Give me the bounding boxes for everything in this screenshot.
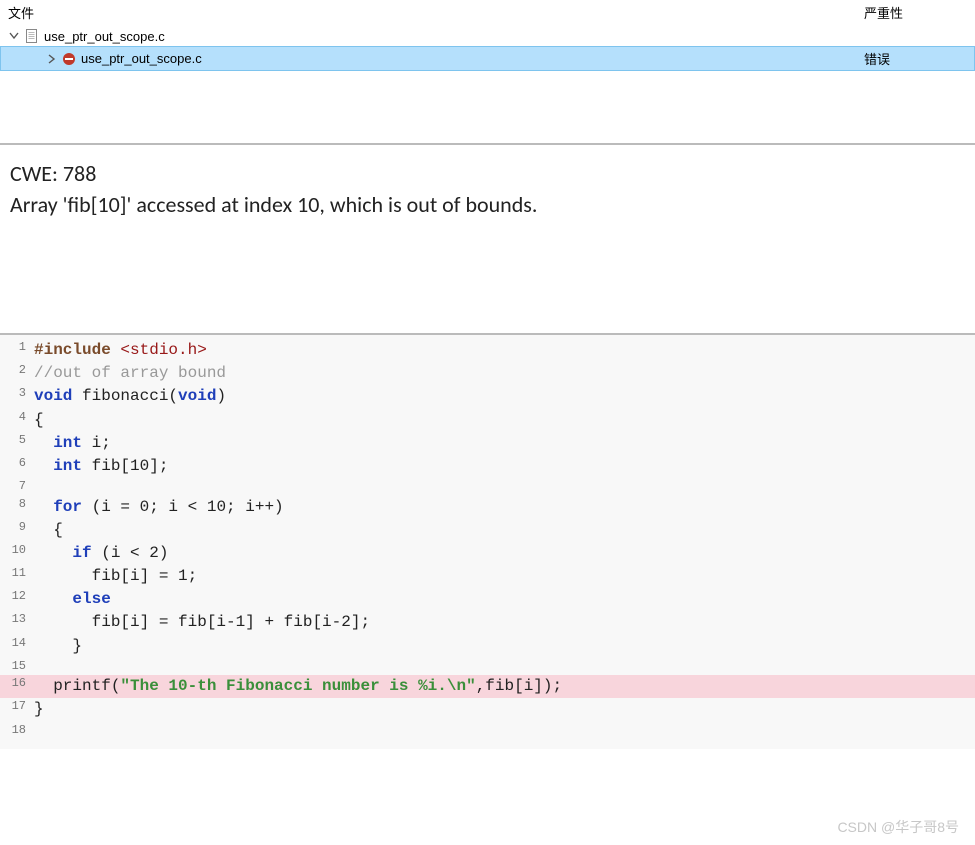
expand-right-icon[interactable] bbox=[45, 53, 57, 65]
code-content: printf("The 10-th Fibonacci number is %i… bbox=[34, 675, 562, 698]
code-line: 5 int i; bbox=[0, 432, 975, 455]
header-severity: 严重性 bbox=[864, 3, 967, 22]
code-line: 12 else bbox=[0, 588, 975, 611]
code-line-highlighted: 16 printf("The 10-th Fibonacci number is… bbox=[0, 675, 975, 698]
line-number: 11 bbox=[0, 565, 34, 588]
line-number: 9 bbox=[0, 519, 34, 542]
code-line: 8 for (i = 0; i < 10; i++) bbox=[0, 496, 975, 519]
code-content: int i; bbox=[34, 432, 111, 455]
file-tree: use_ptr_out_scope.c use_ptr_out_scope.c … bbox=[0, 26, 975, 71]
code-line: 17} bbox=[0, 698, 975, 721]
line-number: 13 bbox=[0, 611, 34, 634]
line-number: 15 bbox=[0, 658, 34, 675]
error-icon bbox=[61, 51, 77, 67]
code-content: int fib[10]; bbox=[34, 455, 168, 478]
code-line: 2//out of array bound bbox=[0, 362, 975, 385]
code-content: fib[i] = 1; bbox=[34, 565, 197, 588]
code-line: 3void fibonacci(void) bbox=[0, 385, 975, 408]
issue-message: CWE: 788 Array 'fib[10]' accessed at ind… bbox=[0, 143, 975, 333]
code-content: else bbox=[34, 588, 111, 611]
header-file: 文件 bbox=[8, 3, 864, 22]
line-number: 5 bbox=[0, 432, 34, 455]
severity-value: 错误 bbox=[858, 49, 970, 68]
column-headers: 文件 严重性 bbox=[0, 0, 975, 26]
code-line: 4{ bbox=[0, 409, 975, 432]
line-number: 4 bbox=[0, 409, 34, 432]
watermark: CSDN @华子哥8号 bbox=[837, 817, 959, 837]
message-cwe: CWE: 788 bbox=[10, 159, 965, 190]
code-line: 10 if (i < 2) bbox=[0, 542, 975, 565]
code-line: 6 int fib[10]; bbox=[0, 455, 975, 478]
code-content: fib[i] = fib[i-1] + fib[i-2]; bbox=[34, 611, 370, 634]
line-number: 6 bbox=[0, 455, 34, 478]
tree-child-label: use_ptr_out_scope.c bbox=[81, 51, 202, 66]
tree-parent-row[interactable]: use_ptr_out_scope.c bbox=[0, 26, 975, 46]
code-line: 9 { bbox=[0, 519, 975, 542]
code-content: } bbox=[34, 698, 44, 721]
message-description: Array 'fib[10]' accessed at index 10, wh… bbox=[10, 190, 965, 221]
code-content: { bbox=[34, 519, 63, 542]
code-content: } bbox=[34, 635, 82, 658]
line-number: 12 bbox=[0, 588, 34, 611]
expand-down-icon[interactable] bbox=[8, 30, 20, 42]
code-content: void fibonacci(void) bbox=[34, 385, 226, 408]
tree-child-row[interactable]: use_ptr_out_scope.c 错误 bbox=[0, 46, 975, 71]
code-viewer: 1#include <stdio.h>2//out of array bound… bbox=[0, 333, 975, 749]
line-number: 10 bbox=[0, 542, 34, 565]
line-number: 17 bbox=[0, 698, 34, 721]
tree-parent-label: use_ptr_out_scope.c bbox=[44, 29, 165, 44]
code-line: 18 bbox=[0, 722, 975, 739]
code-content: if (i < 2) bbox=[34, 542, 168, 565]
code-content: for (i = 0; i < 10; i++) bbox=[34, 496, 284, 519]
line-number: 16 bbox=[0, 675, 34, 698]
code-line: 1#include <stdio.h> bbox=[0, 339, 975, 362]
code-line: 14 } bbox=[0, 635, 975, 658]
code-line: 15 bbox=[0, 658, 975, 675]
line-number: 2 bbox=[0, 362, 34, 385]
code-line: 7 bbox=[0, 478, 975, 495]
code-line: 11 fib[i] = 1; bbox=[0, 565, 975, 588]
line-number: 14 bbox=[0, 635, 34, 658]
code-content: { bbox=[34, 409, 44, 432]
code-line: 13 fib[i] = fib[i-1] + fib[i-2]; bbox=[0, 611, 975, 634]
line-number: 18 bbox=[0, 722, 34, 739]
code-content: #include <stdio.h> bbox=[34, 339, 207, 362]
code-content: //out of array bound bbox=[34, 362, 226, 385]
line-number: 7 bbox=[0, 478, 34, 495]
line-number: 3 bbox=[0, 385, 34, 408]
line-number: 8 bbox=[0, 496, 34, 519]
file-icon bbox=[24, 28, 40, 44]
line-number: 1 bbox=[0, 339, 34, 362]
